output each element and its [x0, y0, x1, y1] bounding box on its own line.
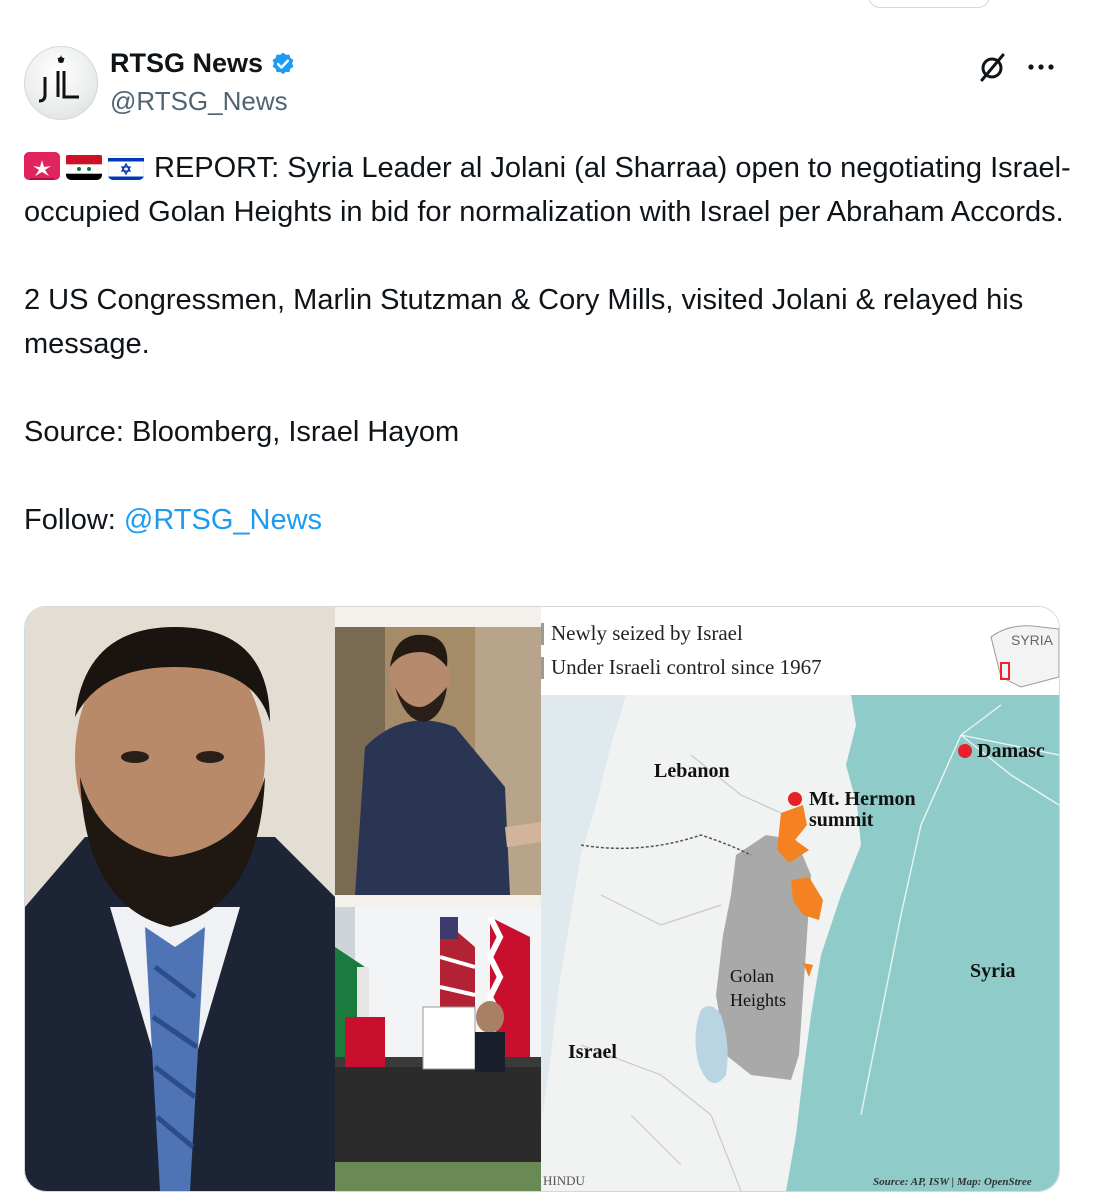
- legend-swatch-new: [541, 623, 544, 645]
- photo-handshake: [335, 627, 541, 895]
- hermon-marker-icon: [788, 792, 802, 806]
- damascus-marker-icon: [958, 744, 972, 758]
- label-golan-2: Heights: [730, 990, 786, 1010]
- tweet-text: REPORT: Syria Leader al Jolani (al Sharr…: [24, 146, 1074, 542]
- photo-signing: [335, 907, 541, 1191]
- inset-syria-label: SYRIA: [1011, 632, 1054, 648]
- mention-link[interactable]: @RTSG_News: [124, 504, 322, 536]
- avatar[interactable]: [24, 46, 98, 120]
- verified-badge-icon[interactable]: [270, 51, 296, 77]
- tweet-paragraph-1-text: REPORT: Syria Leader al Jolani (al Sharr…: [24, 152, 1071, 228]
- top-pill-button[interactable]: [868, 0, 990, 8]
- tweet-follow-line: Follow: @RTSG_News: [24, 498, 1074, 542]
- rotating-light-icon: [24, 152, 60, 180]
- photo-column: [335, 607, 541, 1191]
- label-hermon-2: summit: [809, 809, 874, 831]
- golan-map: Lebanon Mt. Hermon summit Damasc Golan H…: [541, 695, 1059, 1191]
- map-legend: Newly seized by Israel Under Israeli con…: [541, 607, 1059, 695]
- grok-icon[interactable]: [976, 50, 1010, 89]
- label-hermon-1: Mt. Hermon: [809, 788, 916, 810]
- legend-old-label: Under Israeli control since 1967: [551, 655, 822, 679]
- credit-left: HINDU: [543, 1173, 585, 1188]
- legend-swatch-old: [541, 657, 544, 679]
- account-handle[interactable]: @RTSG_News: [110, 86, 288, 117]
- label-israel: Israel: [568, 1041, 617, 1063]
- rtsg-logo-icon: [38, 55, 79, 103]
- more-options-icon[interactable]: [1026, 52, 1056, 87]
- locator-inset-map: SYRIA: [990, 625, 1059, 688]
- israel-flag-icon: [108, 152, 144, 180]
- tweet-media-image[interactable]: Newly seized by Israel Under Israeli con…: [24, 606, 1060, 1192]
- display-name-text[interactable]: RTSG News: [110, 48, 263, 79]
- credit-right: Source: AP, ISW | Map: OpenStree: [873, 1176, 1032, 1188]
- photo-portrait: [25, 607, 335, 1191]
- display-name[interactable]: RTSG News: [110, 48, 296, 79]
- syria-flag-icon: [66, 152, 102, 180]
- tweet-paragraph-1: REPORT: Syria Leader al Jolani (al Sharr…: [24, 146, 1074, 234]
- label-syria: Syria: [970, 960, 1016, 982]
- tweet-paragraph-3: Source: Bloomberg, Israel Hayom: [24, 416, 460, 448]
- tweet-paragraph-2: 2 US Congressmen, Marlin Stutzman & Cory…: [24, 284, 1024, 360]
- label-damascus: Damasc: [977, 740, 1045, 762]
- label-golan-1: Golan: [730, 966, 774, 986]
- follow-label: Follow:: [24, 504, 124, 536]
- flags-emoji-group: [24, 152, 144, 180]
- legend-new-label: Newly seized by Israel: [551, 621, 743, 645]
- label-lebanon: Lebanon: [654, 760, 730, 782]
